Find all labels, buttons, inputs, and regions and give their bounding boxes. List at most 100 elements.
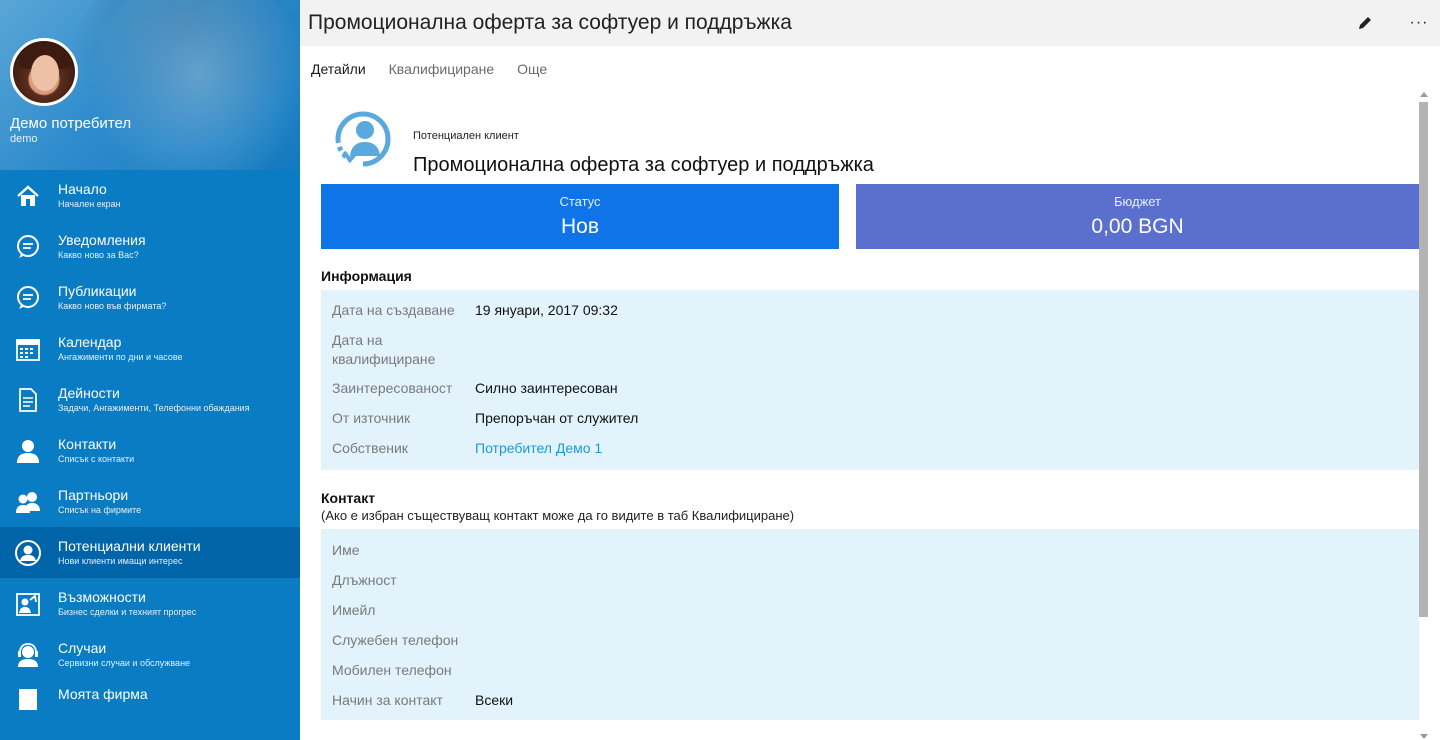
field-value: Препоръчан от служител [475, 410, 639, 426]
field-label: Име [332, 542, 360, 558]
details-content: Потенциален клиент Промоционална оферта … [300, 92, 1440, 740]
main-area: Промоционална оферта за софтуер и поддръ… [300, 0, 1440, 740]
sidebar-item-sub: Начален екран [58, 199, 121, 209]
info-panel: Дата на създаване 19 януари, 2017 09:32 … [321, 290, 1419, 470]
sidebar: Демо потребител demo Начало Начален екра… [0, 0, 300, 740]
field-label: Собственик [332, 440, 408, 456]
sidebar-item-my-company[interactable]: Моята фирма [0, 680, 300, 710]
field-label: Служебен телефон [332, 632, 459, 648]
sidebar-item-calendar[interactable]: Календар Ангажименти по дни и часове [0, 323, 300, 374]
scroll-down-arrow-icon[interactable] [1420, 734, 1428, 739]
tab-details[interactable]: Детайли [311, 61, 366, 77]
info-row: Собственик Потребител Демо 1 [321, 439, 1419, 469]
contact-row: Имейл [321, 601, 1419, 631]
sidebar-item-label: Уведомления [58, 232, 146, 248]
sidebar-item-publications[interactable]: Публикации Какво ново във фирмата? [0, 272, 300, 323]
tab-more[interactable]: Още [517, 61, 547, 77]
sidebar-item-sub: Какво ново за Вас? [58, 250, 139, 260]
scroll-thumb[interactable] [1419, 102, 1428, 617]
opportunity-icon [14, 590, 42, 618]
lead-avatar-icon [335, 111, 391, 167]
status-tile-title: Статус [559, 194, 601, 209]
field-value: 19 януари, 2017 09:32 [475, 302, 618, 318]
field-label: От източник [332, 410, 411, 426]
info-row: Дата на квалифициране [321, 331, 1419, 379]
field-label: Дата на квалифициране [332, 332, 436, 367]
edit-button[interactable] [1354, 12, 1376, 34]
field-label: Мобилен телефон [332, 662, 452, 678]
contact-section-title: Контакт [321, 490, 376, 506]
tab-bar: Детайли Квалифициране Още [300, 46, 1440, 92]
contact-row: Длъжност [321, 571, 1419, 601]
sidebar-item-sub: Сервизни случаи и обслужване [58, 658, 191, 668]
field-label: Заинтересованост [332, 380, 453, 396]
info-section-title: Информация [321, 268, 412, 284]
sidebar-item-contacts[interactable]: Контакти Списък с контакти [0, 425, 300, 476]
calendar-icon [14, 335, 42, 363]
contact-row: Име [321, 541, 1419, 571]
avatar[interactable] [10, 38, 78, 106]
info-row: Заинтересованост Силно заинтересован [321, 379, 1419, 409]
more-button[interactable]: ··· [1408, 12, 1430, 34]
sidebar-item-label: Потенциални клиенти [58, 538, 201, 554]
sidebar-item-sub: Ангажименти по дни и часове [58, 352, 183, 362]
lead-name: Промоционална оферта за софтуер и поддръ… [413, 154, 874, 176]
lead-type-label: Потенциален клиент [413, 130, 519, 142]
sidebar-item-label: Партньори [58, 487, 129, 503]
sidebar-item-label: Моята фирма [58, 686, 148, 702]
info-row: Дата на създаване 19 януари, 2017 09:32 [321, 301, 1419, 331]
budget-tile-value: 0,00 BGN [1091, 215, 1184, 238]
page-title: Промоционална оферта за софтуер и поддръ… [308, 11, 792, 34]
field-label: Длъжност [332, 572, 397, 588]
contact-row: Служебен телефон [321, 631, 1419, 661]
document-icon [14, 386, 42, 414]
sidebar-item-label: Дейности [58, 385, 120, 401]
people-icon [14, 488, 42, 516]
field-label: Начин за контакт [332, 692, 443, 708]
scroll-up-arrow-icon[interactable] [1420, 92, 1428, 97]
field-value: Всеки [475, 692, 514, 708]
sidebar-item-leads[interactable]: Потенциални клиенти Нови клиенти имащи и… [0, 527, 300, 578]
sidebar-item-cases[interactable]: Случаи Сервизни случаи и обслужване [0, 629, 300, 680]
pencil-icon [1359, 17, 1371, 29]
home-icon [14, 182, 42, 210]
sidebar-item-partners[interactable]: Партньори Списък на фирмите [0, 476, 300, 527]
sidebar-item-home[interactable]: Начало Начален екран [0, 170, 300, 221]
sidebar-item-label: Възможности [58, 589, 146, 605]
owner-link[interactable]: Потребител Демо 1 [475, 439, 602, 469]
field-label: Дата на създаване [332, 302, 455, 318]
sidebar-item-label: Начало [58, 181, 107, 197]
sidebar-item-label: Контакти [58, 436, 117, 452]
contact-row: Мобилен телефон [321, 661, 1419, 691]
chat-bubble-icon [14, 233, 42, 261]
headset-icon [14, 641, 42, 669]
chat-bubble-icon [14, 284, 42, 312]
profile-header[interactable]: Демо потребител demo [0, 0, 300, 170]
sidebar-item-label: Публикации [58, 283, 137, 299]
person-icon [14, 437, 42, 465]
user-login: demo [10, 133, 38, 145]
sidebar-item-notifications[interactable]: Уведомления Какво ново за Вас? [0, 221, 300, 272]
page-header: Промоционална оферта за софтуер и поддръ… [300, 0, 1440, 46]
contact-panel: Име Длъжност Имейл Служебен телефон Моби… [321, 529, 1419, 720]
sidebar-item-activities[interactable]: Дейности Задачи, Ангажименти, Телефонни … [0, 374, 300, 425]
user-name: Демо потребител [10, 115, 132, 132]
sidebar-item-sub: Нови клиенти имащи интерес [58, 556, 183, 566]
field-label: Имейл [332, 602, 376, 618]
summary-tiles: Статус Нов Бюджет 0,00 BGN [321, 184, 1419, 249]
lead-icon [14, 539, 42, 567]
sidebar-item-sub: Какво ново във фирмата? [58, 301, 167, 311]
budget-tile[interactable]: Бюджет 0,00 BGN [856, 184, 1419, 249]
sidebar-item-label: Календар [58, 334, 122, 350]
sidebar-item-label: Случаи [58, 640, 107, 656]
sidebar-nav: Начало Начален екран Уведомления Какво н… [0, 170, 300, 710]
status-tile[interactable]: Статус Нов [321, 184, 839, 249]
field-value: Силно заинтересован [475, 380, 618, 396]
status-tile-value: Нов [560, 215, 599, 238]
sidebar-item-sub: Списък с контакти [58, 454, 135, 464]
sidebar-item-sub: Бизнес сделки и техният прогрес [58, 607, 197, 617]
building-icon [14, 686, 42, 710]
sidebar-item-sub: Списък на фирмите [58, 505, 142, 515]
sidebar-item-opportunities[interactable]: Възможности Бизнес сделки и техният прог… [0, 578, 300, 629]
tab-qualify[interactable]: Квалифициране [389, 61, 494, 77]
